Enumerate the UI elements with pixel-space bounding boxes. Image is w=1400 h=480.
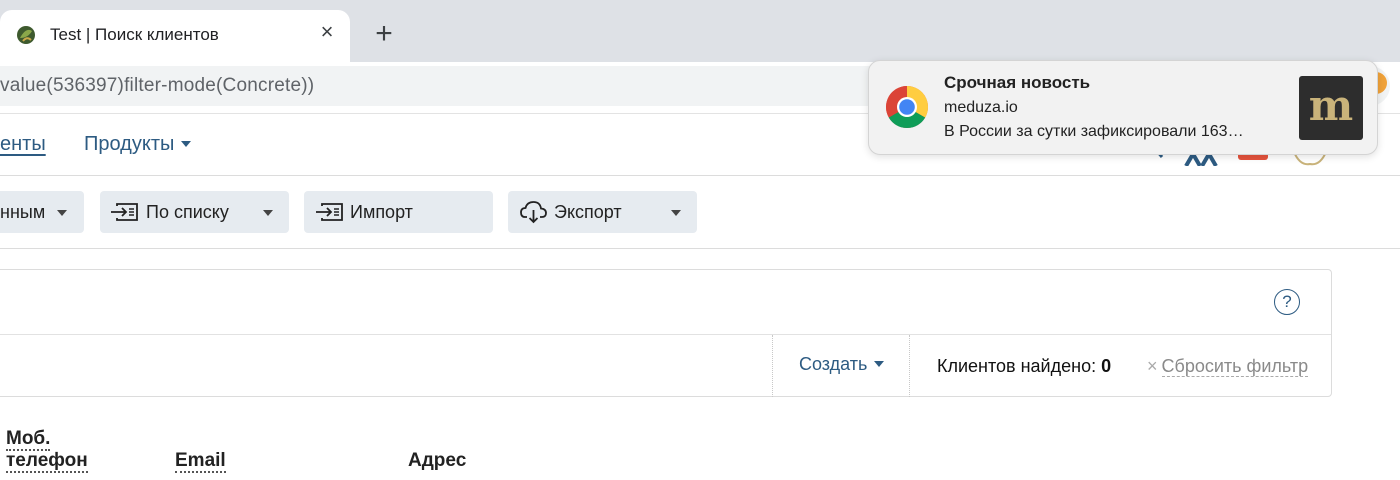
filter-by-list-button[interactable]: По списку: [100, 191, 289, 233]
filter-bar: нным По списку Импорт Экспорт: [0, 176, 1400, 249]
notification-body: В России за сутки зафиксировали 163…: [944, 123, 1244, 140]
nav-products-menu[interactable]: Продукты: [84, 133, 192, 156]
header-text: телефон: [6, 450, 88, 473]
create-button[interactable]: Создать: [799, 354, 885, 375]
system-notification[interactable]: Срочная новость meduza.io В России за су…: [868, 60, 1378, 155]
list-import-icon: [316, 203, 343, 221]
filter-label: нным: [0, 202, 46, 222]
notification-source: meduza.io: [944, 99, 1018, 116]
filter-label: Экспорт: [554, 202, 622, 222]
header-text: Email: [175, 450, 226, 473]
column-header-email[interactable]: Email: [175, 450, 226, 473]
column-header-mobile[interactable]: Моб. телефон: [6, 428, 88, 473]
leaf-favicon-icon: [17, 26, 35, 44]
reset-filter-link[interactable]: × Сбросить фильтр: [1147, 356, 1309, 377]
close-icon: ×: [1147, 356, 1158, 376]
tab-title: Test | Поиск клиентов: [50, 25, 219, 44]
caret-down-icon: [181, 141, 192, 147]
cloud-download-icon: [520, 201, 547, 224]
import-button[interactable]: Импорт: [304, 191, 493, 233]
clients-found: Клиентов найдено: 0: [937, 356, 1111, 377]
filter-label: По списку: [146, 202, 229, 222]
create-label: Создать: [799, 354, 868, 374]
results-panel: ? Создать Клиентов найдено: 0 × Сбросить …: [0, 269, 1332, 397]
new-tab-icon[interactable]: +: [370, 19, 398, 49]
clients-found-label: Клиентов найдено:: [937, 356, 1097, 376]
list-import-icon: [111, 203, 138, 221]
nav-clients-link[interactable]: енты: [0, 133, 46, 156]
caret-down-icon: [874, 361, 885, 367]
close-icon[interactable]: ×: [316, 21, 338, 43]
export-button[interactable]: Экспорт: [508, 191, 697, 233]
browser-tab[interactable]: Test | Поиск клиентов ×: [0, 10, 350, 62]
caret-down-icon: [57, 210, 67, 216]
column-header-address: Адрес: [408, 450, 466, 472]
meduza-logo: m: [1308, 81, 1354, 130]
nav-products-label: Продукты: [84, 133, 175, 155]
header-text: Моб.: [6, 428, 51, 451]
address-text[interactable]: value(536397)filter-mode(Concrete)): [0, 75, 314, 97]
clients-found-count: 0: [1101, 356, 1112, 376]
caret-down-icon: [263, 210, 273, 216]
help-icon[interactable]: ?: [1274, 289, 1300, 315]
header-text: Адрес: [408, 450, 467, 471]
filter-by-data-button[interactable]: нным: [0, 191, 84, 233]
notification-thumbnail: m: [1299, 76, 1363, 140]
reset-filter-label: Сбросить фильтр: [1161, 356, 1309, 377]
chrome-icon: [885, 85, 929, 129]
browser-tabstrip: Test | Поиск клиентов × +: [0, 0, 1400, 62]
filter-label: Импорт: [350, 202, 413, 222]
panel-divider: [0, 334, 1331, 335]
caret-down-icon: [671, 210, 681, 216]
divider: [772, 335, 773, 397]
divider: [909, 335, 910, 397]
notification-title: Срочная новость: [944, 73, 1091, 92]
